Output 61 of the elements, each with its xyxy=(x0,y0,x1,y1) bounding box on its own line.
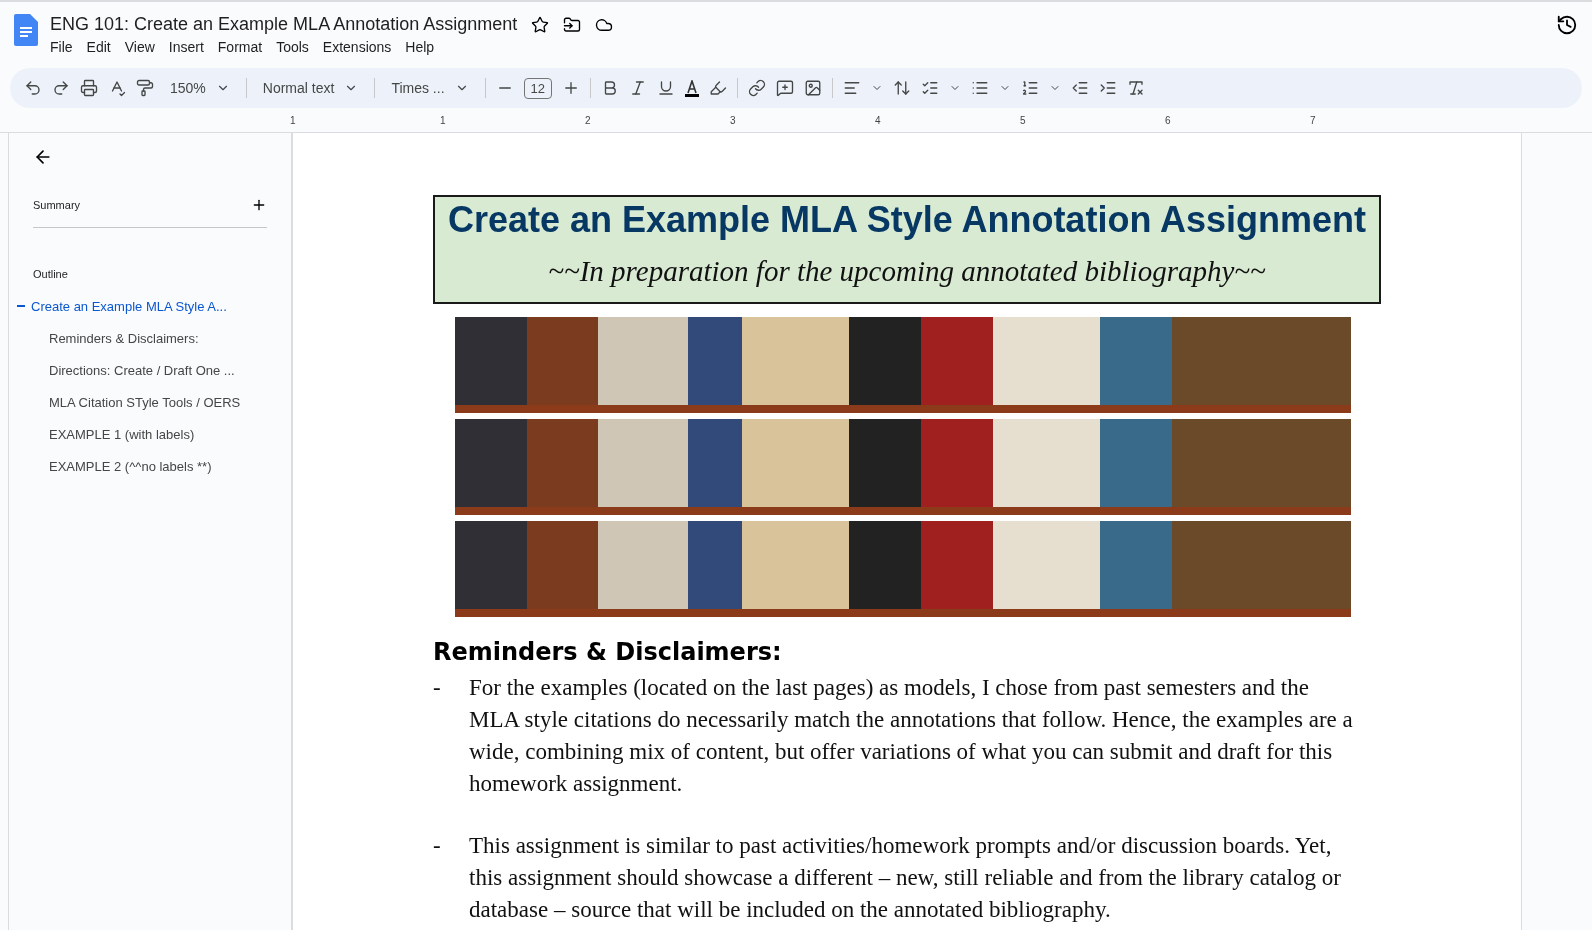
ruler-number: 5 xyxy=(1020,115,1026,126)
highlighter-icon[interactable] xyxy=(709,79,727,97)
align-icon[interactable] xyxy=(843,79,861,97)
ruler-number: 1 xyxy=(440,115,446,126)
print-icon[interactable] xyxy=(80,79,98,97)
ruler-number: 1 xyxy=(290,115,296,126)
line-spacing-icon[interactable] xyxy=(893,79,911,97)
checklist-icon[interactable] xyxy=(921,79,939,97)
indent-decrease-icon[interactable] xyxy=(1071,79,1089,97)
underline-icon[interactable] xyxy=(657,79,675,97)
menu-item[interactable]: Insert xyxy=(168,37,212,57)
undo-icon[interactable] xyxy=(24,79,42,97)
star-icon[interactable] xyxy=(531,15,550,34)
comment-icon[interactable] xyxy=(776,79,794,97)
add-icon[interactable] xyxy=(251,197,267,213)
menu-item[interactable]: Extensions xyxy=(322,37,400,57)
indent-increase-icon[interactable] xyxy=(1099,79,1117,97)
outline-item[interactable]: Directions: Create / Draft One ... xyxy=(33,354,267,386)
document-heading: Create an Example MLA Style Annotation Assignment xyxy=(446,199,1368,241)
paragraph: For the examples (located on the last pages) as models, I chose from past semesters and the MLA style citations do necessarily match the annotations that follow. Hence, the examples are a wide, combining mix of content, but offer variations of what you can submit and draft for this homework assignment. xyxy=(469,674,1354,798)
summary-label: Summary xyxy=(33,199,81,211)
ruler-number: 6 xyxy=(1165,115,1171,126)
redo-icon[interactable] xyxy=(52,79,70,97)
menu-item[interactable]: Help xyxy=(405,37,443,57)
link-icon[interactable] xyxy=(748,79,766,97)
ruler-number: 2 xyxy=(585,115,591,126)
menu-item[interactable]: Format xyxy=(217,37,271,57)
folder-icon[interactable] xyxy=(563,15,582,34)
increase-icon[interactable] xyxy=(562,79,580,97)
paragraph: This assignment is similar to past activities/homework prompts and/or discussion boards. Yet, this assignment should showcase a different – new, still reliable and from the library catalog or database – source that will be included on the annotated bibliography. xyxy=(469,832,1342,924)
history-icon[interactable] xyxy=(1556,14,1578,36)
text-color-icon[interactable] xyxy=(685,79,699,97)
outline-label: Outline xyxy=(33,268,68,280)
zoom-dropdown[interactable]: 150% xyxy=(164,78,236,98)
section-heading: Reminders & Disclaimers: xyxy=(433,638,783,666)
document-subtitle: ~~In preparation for the upcoming annotated bibliography~~ xyxy=(547,255,1267,288)
font-size-field[interactable]: 12 xyxy=(523,77,552,99)
ruler-number: 4 xyxy=(875,115,881,126)
clear-formatting-icon[interactable] xyxy=(1127,79,1145,97)
menu-item[interactable]: View xyxy=(124,37,163,57)
image-icon[interactable] xyxy=(804,79,822,97)
menu-item[interactable]: File xyxy=(50,37,81,57)
bullet-list-icon[interactable] xyxy=(971,79,989,97)
italic-icon[interactable] xyxy=(629,79,647,97)
bullet-marker: - xyxy=(433,832,442,860)
ruler-number: 7 xyxy=(1310,115,1316,126)
docs-logo-icon[interactable] xyxy=(14,14,38,46)
menu-item[interactable]: Edit xyxy=(86,37,119,57)
outline-item[interactable]: EXAMPLE 2 (^^no labels **) xyxy=(33,450,267,482)
outline-item[interactable]: EXAMPLE 1 (with labels) xyxy=(33,418,267,450)
font-dropdown[interactable]: Times ... xyxy=(385,78,475,98)
style-dropdown[interactable]: Normal text xyxy=(256,78,365,98)
numbered-list-icon[interactable] xyxy=(1021,79,1039,97)
outline-item[interactable]: Create an Example MLA Style A... xyxy=(17,290,267,322)
document-title[interactable]: ENG 101: Create an Example MLA Annotation Assignment xyxy=(50,14,518,35)
ruler-number: 3 xyxy=(730,115,736,126)
paint-format-icon[interactable] xyxy=(136,79,154,97)
outline-item[interactable]: Reminders & Disclaimers: xyxy=(33,322,267,354)
bullet-marker: - xyxy=(433,674,442,702)
outline-item[interactable]: MLA Citation STyle Tools / OERS xyxy=(33,386,267,418)
menu-item[interactable]: Tools xyxy=(276,37,317,57)
